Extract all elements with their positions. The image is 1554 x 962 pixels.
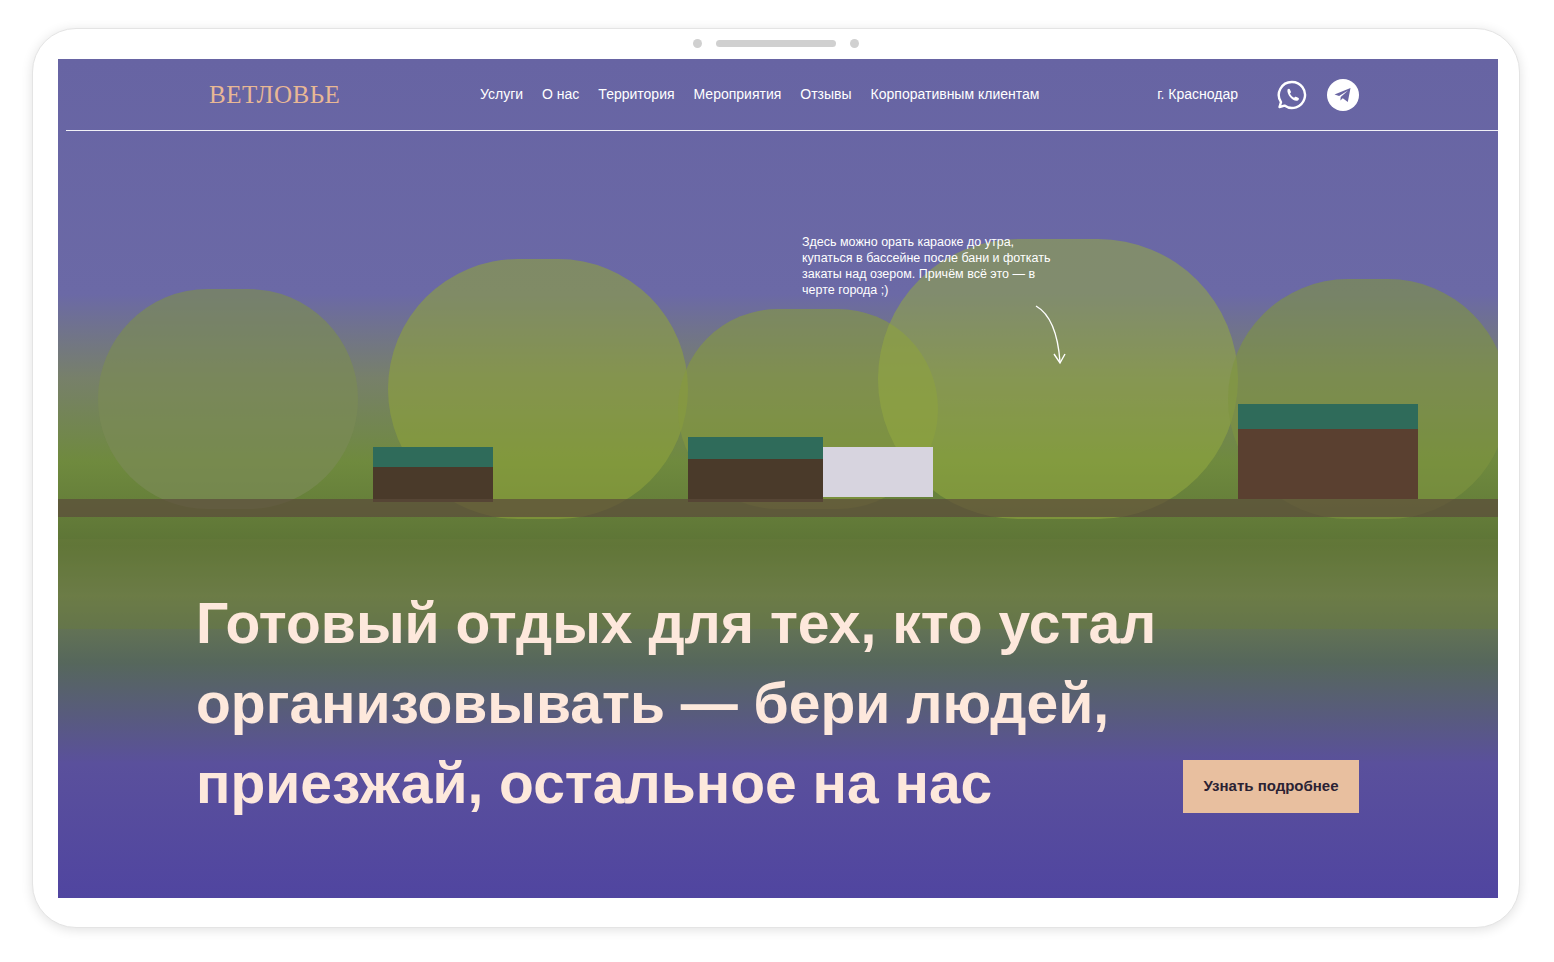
main-nav: Услуги О нас Территория Мероприятия Отзывы Ко… [480, 84, 1039, 105]
telegram-icon[interactable] [1327, 79, 1359, 111]
headline-line: приезжай, остальное на нас [196, 743, 1156, 823]
nav-link[interactable]: Мероприятия [694, 84, 782, 105]
nav-link[interactable]: Территория [598, 84, 674, 105]
arrow-icon [1030, 304, 1070, 366]
screen: ВЕТЛОВЬЕ Услуги О нас Территория Мероприяти… [58, 59, 1498, 898]
hero-headline: Готовый отдых для тех, кто усталорганизо… [196, 583, 1156, 823]
hero-note: Здесь можно орать караоке до утра, купат… [802, 234, 1054, 366]
device-notch [693, 39, 859, 48]
nav-link[interactable]: Отзывы [800, 84, 851, 105]
nav-link[interactable]: О нас [542, 84, 579, 105]
more-button[interactable]: Узнать подробнее [1183, 760, 1359, 813]
headline-line: организовывать — бери людей, [196, 663, 1156, 743]
headline-line: Готовый отдых для тех, кто устал [196, 583, 1156, 663]
city[interactable]: г. Краснодар [1157, 84, 1238, 105]
header: ВЕТЛОВЬЕ Услуги О нас Территория Мероприяти… [66, 59, 1498, 131]
logo[interactable]: ВЕТЛОВЬЕ [209, 76, 480, 114]
nav-link[interactable]: Корпоративным клиентам [871, 84, 1040, 105]
nav-link[interactable]: Услуги [480, 84, 523, 105]
whatsapp-icon[interactable] [1276, 79, 1308, 111]
device-frame: ВЕТЛОВЬЕ Услуги О нас Территория Мероприяти… [32, 28, 1520, 928]
